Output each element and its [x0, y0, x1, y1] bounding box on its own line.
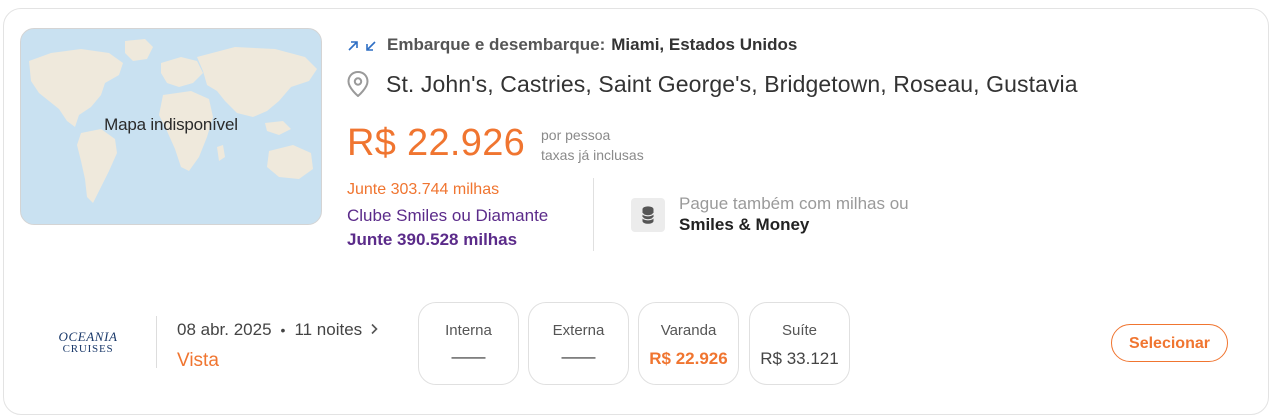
logo-line-2: CRUISES — [62, 343, 114, 355]
date-separator: • — [280, 322, 286, 338]
map-unavailable-label: Mapa indisponível — [104, 115, 238, 134]
club-miles-earn: Junte 390.528 milhas — [347, 230, 518, 249]
nights-count: 11 noites — [294, 320, 363, 339]
sailing-date-link[interactable]: 08 abr. 2025 • 11 noites — [177, 320, 378, 340]
club-smiles-label: Clube Smiles ou Diamante — [347, 206, 549, 225]
ports-list: St. John's, Castries, Saint George's, Br… — [386, 70, 1078, 97]
embark-row: Embarque e desembarque: Miami, Estados U… — [347, 34, 797, 56]
cabin-name: Suíte — [781, 322, 818, 339]
price-note-per-person: por pessoa — [541, 127, 611, 143]
embark-value: Miami, Estados Unidos — [611, 35, 798, 54]
cabin-price: —— — [561, 347, 596, 366]
miles-earn: Junte 303.744 milhas — [347, 181, 500, 198]
divider — [593, 178, 594, 251]
cabin-name: Interna — [445, 322, 492, 339]
coins-icon — [631, 198, 665, 232]
pay-with-miles-label: Pague também com milhas ou — [679, 194, 909, 213]
select-button[interactable]: Selecionar — [1111, 324, 1228, 362]
map-placeholder: Mapa indisponível — [20, 28, 322, 225]
price-notes: por pessoa taxas já inclusas — [541, 125, 644, 165]
cabin-price: —— — [451, 347, 486, 366]
cabin-price: R$ 33.121 — [760, 349, 839, 368]
ship-name: Vista — [177, 350, 219, 371]
cabin-name: Externa — [552, 322, 605, 339]
cabin-option-varanda[interactable]: Varanda R$ 22.926 — [638, 302, 739, 385]
chevron-right-icon — [370, 322, 378, 339]
sailing-date: 08 abr. 2025 — [177, 320, 272, 339]
cabin-price: R$ 22.926 — [649, 349, 728, 368]
price-note-taxes: taxas já inclusas — [541, 147, 644, 163]
logo-line-1: OCEANIA — [58, 329, 118, 344]
oceania-cruises-logo: OCEANIA CRUISES — [46, 330, 130, 358]
cabin-name: Varanda — [660, 322, 717, 339]
location-pin-icon — [347, 70, 369, 98]
embark-arrow-icon — [347, 39, 359, 51]
cabin-option-suite[interactable]: Suíte R$ 33.121 — [749, 302, 850, 385]
smiles-money-label: Smiles & Money — [679, 215, 810, 234]
cabin-option-interna[interactable]: Interna —— — [418, 302, 519, 385]
logo-divider — [156, 316, 157, 368]
ports-row: St. John's, Castries, Saint George's, Br… — [347, 69, 1078, 99]
price-per-person: R$ 22.926 — [347, 122, 526, 164]
embark-label: Embarque e desembarque: — [387, 35, 606, 54]
cabin-option-externa[interactable]: Externa —— — [528, 302, 629, 385]
embark-icons — [347, 39, 377, 51]
disembark-arrow-icon — [365, 39, 377, 51]
